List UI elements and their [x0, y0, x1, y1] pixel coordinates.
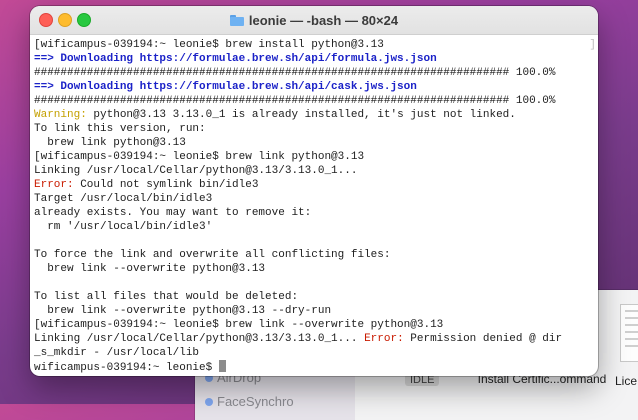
sidebar-item-facesynchro[interactable]: FaceSynchro	[217, 394, 294, 409]
terminal-line: ########################################…	[34, 66, 598, 80]
terminal-line: Linking /usr/local/Cellar/python@3.13/3.…	[34, 164, 598, 178]
terminal-line: [wificampus-039194:~ leonie$ brew instal…	[34, 38, 598, 52]
line-text: Linking /usr/local/Cellar/python@3.13/3.…	[34, 333, 365, 345]
line-text: [wificampus-039194:~ leonie$ brew instal…	[34, 39, 384, 51]
warning-label: Warning:	[34, 109, 87, 121]
line-text: [wificampus-039194:~ leonie$ brew link p…	[34, 151, 365, 163]
terminal-line: To list all files that would be deleted:	[34, 290, 598, 304]
line-text: [wificampus-039194:~ leonie$ brew link -…	[34, 319, 444, 331]
terminal-line: brew link python@3.13	[34, 136, 598, 150]
terminal-line: already exists. You may want to remove i…	[34, 206, 598, 220]
terminal-line: Linking /usr/local/Cellar/python@3.13/3.…	[34, 332, 598, 346]
title-group: leonie — -bash — 80×24	[30, 6, 598, 34]
terminal-line: ==> Downloading https://formulae.brew.sh…	[34, 52, 598, 66]
line-text: Linking /usr/local/Cellar/python@3.13/3.…	[34, 165, 358, 177]
line-text: already exists. You may want to remove i…	[34, 207, 312, 219]
terminal-line: _s_mkdir - /usr/local/lib	[34, 346, 598, 360]
terminal-line: [wificampus-039194:~ leonie$ brew link -…	[34, 318, 598, 332]
title-bar[interactable]: leonie — -bash — 80×24	[30, 6, 598, 35]
terminal-line: ########################################…	[34, 94, 598, 108]
line-text: To force the link and overwrite all conf…	[34, 249, 391, 261]
arrow-status: ==> Downloading https://formulae.brew.sh…	[34, 81, 417, 93]
terminal-line: Error: Could not symlink bin/idle3	[34, 178, 598, 192]
mark-bracket: ]	[589, 39, 596, 51]
terminal-line: To force the link and overwrite all conf…	[34, 248, 598, 262]
terminal-output[interactable]: [wificampus-039194:~ leonie$ brew instal…	[30, 35, 598, 376]
terminal-line: brew link --overwrite python@3.13 --dry-…	[34, 304, 598, 318]
text-cursor	[218, 360, 226, 372]
terminal-window[interactable]: leonie — -bash — 80×24 [wificampus-03919…	[30, 6, 598, 376]
error-label: Error:	[364, 333, 404, 345]
document-icon[interactable]	[620, 304, 638, 362]
line-text: Target /usr/local/bin/idle3	[34, 193, 213, 205]
error-label: Error:	[34, 179, 74, 191]
line-text: ########################################…	[34, 95, 556, 107]
line-text: brew link python@3.13	[34, 137, 186, 149]
line-text: To list all files that would be deleted:	[34, 291, 299, 303]
line-text: brew link --overwrite python@3.13 --dry-…	[34, 305, 332, 317]
line-text: wificampus-039194:~ leonie$	[34, 362, 219, 374]
terminal-line: To link this version, run:	[34, 122, 598, 136]
window-title: leonie — -bash — 80×24	[248, 12, 399, 28]
line-text: rm '/usr/local/bin/idle3'	[34, 221, 213, 233]
line-text: brew link --overwrite python@3.13	[34, 263, 266, 275]
terminal-line: ==> Downloading https://formulae.brew.sh…	[34, 80, 598, 94]
terminal-line: Target /usr/local/bin/idle3	[34, 192, 598, 206]
line-text: python@3.13 3.13.0_1 is already installe…	[86, 109, 516, 121]
line-text: _s_mkdir - /usr/local/lib	[34, 347, 200, 359]
file-license[interactable]: Lice	[615, 374, 637, 388]
terminal-line: rm '/usr/local/bin/idle3'	[34, 220, 598, 234]
terminal-line: [wificampus-039194:~ leonie$ brew link p…	[34, 150, 598, 164]
home-folder-icon	[229, 14, 244, 26]
terminal-line: Warning: python@3.13 3.13.0_1 is already…	[34, 108, 598, 122]
folder-icon	[205, 398, 213, 406]
line-text: To link this version, run:	[34, 123, 206, 135]
terminal-line: wificampus-039194:~ leonie$	[34, 360, 598, 374]
arrow-status: ==> Downloading https://formulae.brew.sh…	[34, 53, 437, 65]
line-text: Permission denied @ dir	[403, 333, 563, 345]
line-text: ########################################…	[34, 67, 556, 79]
line-text: Could not symlink bin/idle3	[73, 179, 259, 191]
terminal-line: brew link --overwrite python@3.13	[34, 262, 598, 276]
